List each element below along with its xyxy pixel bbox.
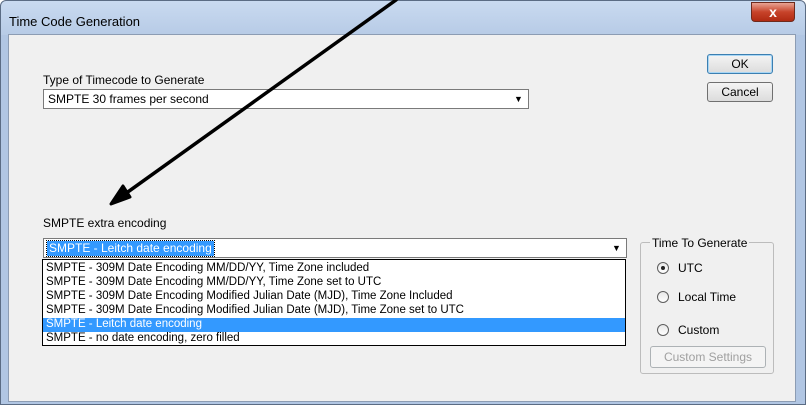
custom-settings-button[interactable]: Custom Settings	[650, 346, 766, 368]
title-bar[interactable]: Time Code Generation x	[1, 1, 805, 35]
window-title: Time Code Generation	[9, 14, 141, 29]
utc-radio-label[interactable]: UTC	[678, 261, 703, 275]
local-time-radio-label[interactable]: Local Time	[678, 290, 736, 304]
dropdown-option[interactable]: SMPTE - 309M Date Encoding Modified Juli…	[43, 304, 625, 318]
smpte-extra-label: SMPTE extra encoding	[43, 216, 167, 230]
dropdown-option[interactable]: SMPTE - 309M Date Encoding Modified Juli…	[43, 290, 625, 304]
custom-settings-label: Custom Settings	[663, 350, 753, 364]
timecode-type-value: SMPTE 30 frames per second	[48, 92, 209, 106]
dropdown-option[interactable]: SMPTE - 309M Date Encoding MM/DD/YY, Tim…	[43, 276, 625, 290]
timecode-type-select[interactable]: SMPTE 30 frames per second ▼	[43, 89, 529, 109]
smpte-extra-dropdown-list: SMPTE - 309M Date Encoding MM/DD/YY, Tim…	[42, 259, 626, 346]
custom-radio-label[interactable]: Custom	[678, 323, 719, 337]
smpte-extra-value: SMPTE - Leitch date encoding	[46, 240, 215, 257]
chevron-down-icon[interactable]: ▼	[609, 241, 624, 255]
chevron-down-icon[interactable]: ▼	[511, 92, 526, 106]
custom-radio[interactable]	[657, 324, 669, 336]
close-icon: x	[769, 4, 777, 20]
utc-radio[interactable]	[657, 262, 669, 274]
ok-button-label: OK	[731, 57, 749, 71]
cancel-button-label: Cancel	[721, 85, 759, 99]
timecode-type-label: Type of Timecode to Generate	[43, 73, 205, 87]
dropdown-option[interactable]: SMPTE - 309M Date Encoding MM/DD/YY, Tim…	[43, 262, 625, 276]
time-to-generate-label: Time To Generate	[650, 236, 750, 250]
ok-button[interactable]: OK	[707, 54, 773, 74]
cancel-button[interactable]: Cancel	[707, 82, 773, 102]
smpte-extra-select[interactable]: SMPTE - Leitch date encoding ▼	[43, 238, 627, 258]
local-time-radio[interactable]	[657, 291, 669, 303]
dropdown-option-selected[interactable]: SMPTE - Leitch date encoding	[43, 318, 625, 332]
close-button[interactable]: x	[751, 2, 795, 22]
dropdown-option[interactable]: SMPTE - no date encoding, zero filled	[43, 332, 625, 346]
radio-selected-dot	[661, 266, 665, 270]
